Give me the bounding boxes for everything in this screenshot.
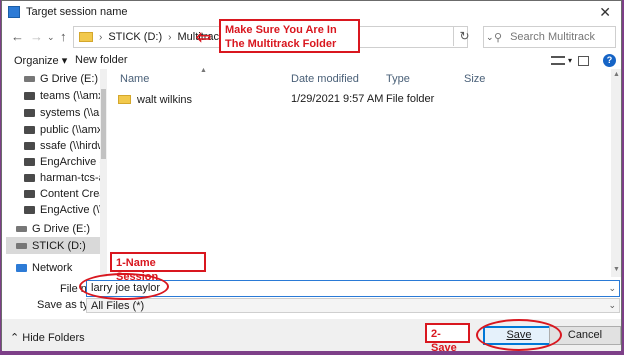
network-drive-icon	[24, 189, 35, 198]
window-title: Target session name	[26, 6, 128, 18]
nav-item-engactive[interactable]: EngActive (\\ad.	[24, 201, 100, 218]
nav-scrollbar[interactable]	[100, 69, 107, 277]
breadcrumb-drive[interactable]: STICK (D:)	[108, 31, 162, 43]
scroll-up-icon[interactable]: ▲	[613, 71, 620, 78]
nav-item-stick[interactable]: STICK (D:)	[6, 237, 100, 254]
drive-icon	[16, 242, 27, 249]
back-arrow-icon[interactable]: ←	[11, 29, 24, 44]
scroll-down-icon[interactable]: ▼	[613, 266, 620, 273]
app-icon	[8, 6, 20, 18]
command-toolbar: Organize ▾ New folder ▾ ?	[2, 52, 621, 69]
drive-icon	[24, 75, 35, 82]
network-drive-icon	[24, 141, 35, 150]
hide-folders-button[interactable]: ⌃ Hide Folders	[10, 331, 85, 344]
preview-pane-icon[interactable]	[578, 56, 589, 66]
nav-item-label: ssafe (\\hirdwsfs	[40, 139, 100, 152]
nav-item-label: systems (\\amxs	[40, 106, 100, 119]
annotation-folder-note: Make Sure You Are In The Multitrack Fold…	[219, 19, 360, 53]
column-header-type[interactable]: Type	[386, 73, 410, 85]
recent-chevron-icon[interactable]: ⌄	[47, 32, 55, 43]
nav-item-label: teams (\\amxsb	[40, 89, 100, 102]
network-drive-icon	[24, 91, 35, 100]
nav-item-engarchive[interactable]: EngArchive (\\ac	[24, 153, 100, 170]
annotation-oval-save	[476, 319, 562, 351]
nav-item-label: G Drive (E:)	[32, 222, 91, 235]
content-scrollbar[interactable]: ▲ ▼	[611, 69, 621, 277]
save-type-select[interactable]: All Files (*) ⌄	[86, 298, 620, 313]
view-options-icon[interactable]	[551, 56, 565, 65]
new-folder-button[interactable]: New folder	[75, 54, 128, 66]
nav-item-label: Network	[32, 261, 73, 274]
nav-item-ssafe[interactable]: ssafe (\\hirdwsfs	[24, 137, 100, 154]
help-icon[interactable]: ?	[603, 54, 616, 67]
annotation-arrow-icon: ⇦	[196, 27, 212, 47]
nav-item-systems[interactable]: systems (\\amxs	[24, 104, 100, 121]
breadcrumb-separator-icon: ›	[99, 31, 103, 43]
network-icon	[16, 263, 27, 272]
organize-button[interactable]: Organize ▾	[14, 54, 67, 67]
search-box[interactable]: ⚲ Search Multitrack	[483, 26, 616, 48]
file-name-dropdown-icon[interactable]: ⌄	[608, 283, 616, 294]
file-type: File folder	[386, 93, 435, 105]
nav-item-teams[interactable]: teams (\\amxsb	[24, 87, 100, 104]
annotation-save-note: 2-Save	[425, 323, 470, 354]
column-header-size[interactable]: Size	[464, 73, 485, 85]
nav-item-label: Content Creation	[40, 187, 100, 200]
column-header-name[interactable]: Name	[120, 73, 149, 85]
nav-item-label: G Drive (E:)	[40, 72, 99, 85]
network-drive-icon	[24, 205, 35, 214]
navigation-pane: G Drive (E:) teams (\\amxsb systems (\\a…	[2, 69, 100, 277]
file-row[interactable]: walt wilkins 1/29/2021 9:57 AM File fold…	[118, 92, 498, 107]
nav-item-label: EngArchive (\\ac	[40, 155, 100, 168]
up-arrow-icon[interactable]: ↑	[60, 29, 67, 44]
file-name: walt wilkins	[137, 93, 193, 106]
save-dialog: Target session name ✕ ← → ⌄ ↑ › STICK (D…	[1, 0, 622, 354]
network-drive-icon	[24, 108, 35, 117]
save-type-dropdown-icon[interactable]: ⌄	[608, 300, 616, 311]
nav-item-label: harman-tcs-arch	[40, 171, 100, 184]
view-dropdown-icon[interactable]: ▾	[568, 56, 572, 65]
nav-item-label: EngActive (\\ad.	[40, 203, 100, 216]
annotation-name-note: 1-Name Session	[110, 252, 206, 283]
nav-item-network[interactable]: Network	[16, 259, 100, 276]
refresh-icon[interactable]: ↻	[453, 26, 475, 46]
annotation-oval-filename	[79, 273, 169, 300]
save-type-value: All Files (*)	[91, 300, 145, 312]
folder-icon	[79, 32, 93, 42]
nav-scrollbar-thumb[interactable]	[101, 89, 106, 159]
sort-ascending-icon: ▲	[200, 67, 207, 74]
search-icon: ⚲	[494, 31, 503, 44]
drive-icon	[16, 225, 27, 232]
nav-item-public[interactable]: public (\\amxsb	[24, 121, 100, 138]
breadcrumb-separator-icon: ›	[168, 31, 172, 43]
nav-item-g-drive-2[interactable]: G Drive (E:)	[16, 220, 100, 237]
folder-icon	[118, 95, 131, 104]
network-drive-icon	[24, 157, 35, 166]
nav-item-harman-tcs[interactable]: harman-tcs-arch	[24, 169, 100, 186]
network-drive-icon	[24, 125, 35, 134]
nav-item-g-drive[interactable]: G Drive (E:)	[24, 70, 100, 87]
column-header-date[interactable]: Date modified	[291, 73, 359, 85]
network-drive-icon	[24, 173, 35, 182]
hide-folders-label: Hide Folders	[22, 332, 85, 344]
file-date: 1/29/2021 9:57 AM	[291, 93, 384, 105]
forward-arrow-icon[interactable]: →	[30, 29, 43, 44]
nav-item-content-creation[interactable]: Content Creation	[24, 185, 100, 202]
close-icon[interactable]: ✕	[599, 4, 611, 21]
nav-item-label: public (\\amxsb	[40, 123, 100, 136]
nav-item-label: STICK (D:)	[32, 239, 86, 252]
search-placeholder: Search Multitrack	[510, 31, 596, 43]
